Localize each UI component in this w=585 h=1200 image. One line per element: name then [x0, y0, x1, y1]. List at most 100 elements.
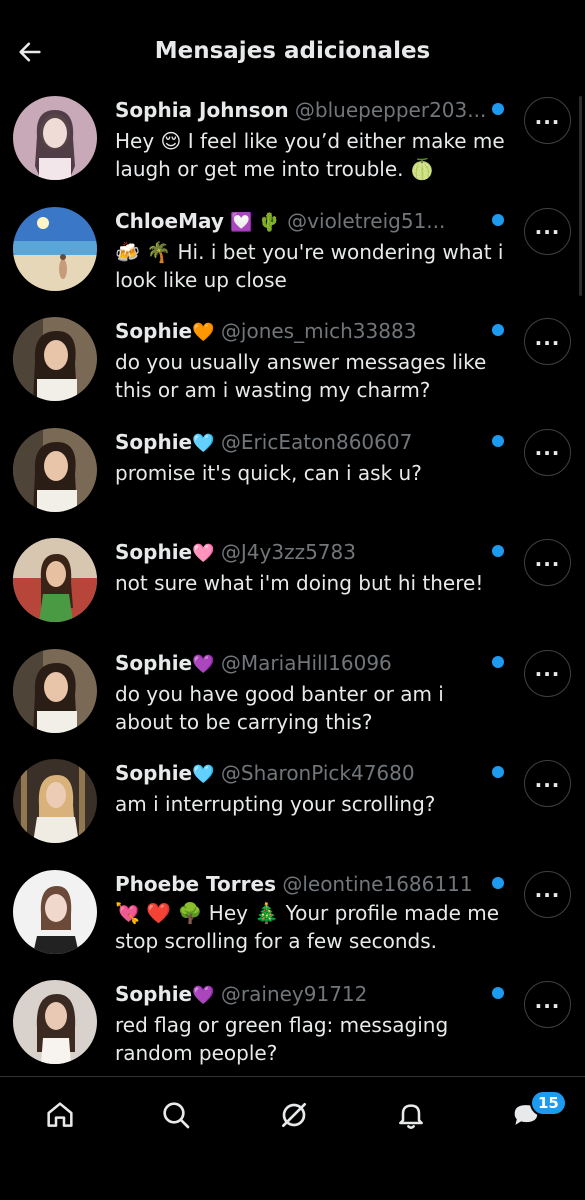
tab-grok[interactable]	[274, 1095, 314, 1135]
message-content: Sophie🩵 @SharonPick47680 am i interrupti…	[115, 759, 505, 818]
avatar[interactable]	[13, 427, 97, 512]
more-options-button[interactable]: ...	[524, 760, 571, 807]
messages-badge: 15	[530, 1090, 567, 1116]
ellipsis-icon: ...	[534, 878, 561, 902]
avatar[interactable]	[13, 96, 97, 180]
message-preview: do you have good banter or am i about to…	[115, 681, 444, 734]
sender-handle: @bluepepper203...	[294, 98, 487, 122]
message-preview: 🍻 🌴 Hi. i bet you're wondering what i lo…	[115, 239, 504, 292]
name-emoji: 🩵	[192, 432, 215, 454]
more-options-button[interactable]: ...	[524, 97, 571, 144]
more-options-button[interactable]: ...	[524, 981, 571, 1028]
sender-handle: @MariaHill16096	[220, 650, 392, 675]
page-title: Mensajes adicionales	[154, 38, 431, 64]
sender-name: Sophie	[115, 761, 193, 785]
message-row[interactable]: Phoebe Torres @leontine1686111 💘 ❤️ 🌳 He…	[0, 864, 585, 975]
message-row[interactable]: ChloeMay 💟 🌵 @violetreig51... 🍻 🌴 Hi. i …	[0, 201, 585, 312]
avatar[interactable]	[13, 759, 97, 843]
tab-notifications[interactable]	[391, 1095, 431, 1135]
message-preview: red flag or green flag: messaging random…	[115, 1013, 449, 1065]
message-preview: 💘 ❤️ 🌳 Hey 🎄 Your profile made me stop s…	[115, 900, 500, 953]
grok-icon	[282, 1103, 306, 1127]
bottom-tab-bar: 15	[0, 1076, 585, 1200]
avatar[interactable]	[13, 980, 97, 1064]
message-content: Sophia Johnson @bluepepper203... Hey 😌 I…	[115, 96, 505, 183]
home-icon	[47, 1102, 73, 1127]
sender-handle: @violetreig51...	[287, 208, 446, 233]
ellipsis-icon: ...	[534, 104, 561, 129]
tab-home[interactable]	[40, 1095, 80, 1135]
sender-handle: @SharonPick47680	[220, 761, 415, 785]
sender-name: Phoebe Torres	[115, 871, 276, 896]
message-row[interactable]: Sophie🩵 @EricEaton860607 promise it's qu…	[0, 422, 585, 533]
avatar[interactable]	[13, 869, 97, 954]
sender-name: Sophie	[115, 540, 193, 564]
message-content: Sophie🩵 @EricEaton860607 promise it's qu…	[115, 428, 505, 487]
name-emoji: 🩷	[192, 543, 215, 564]
ellipsis-icon: ...	[534, 767, 561, 792]
message-preview: Hey 😌 I feel like you’d either make me l…	[115, 129, 505, 181]
sender-name: Sophie	[115, 650, 193, 675]
sender-name: Sophia Johnson	[115, 98, 289, 122]
more-options-button[interactable]: ...	[524, 870, 571, 918]
message-preview: promise it's quick, can i ask u?	[115, 460, 422, 485]
bell-icon	[399, 1104, 423, 1129]
unread-dot	[492, 987, 504, 999]
name-emoji: 💜	[192, 985, 215, 1006]
message-row[interactable]: Sophie💜 @rainey91712 red flag or green f…	[0, 974, 585, 1085]
sender-name: Sophie	[115, 982, 193, 1006]
message-preview: do you usually answer messages like this…	[115, 350, 487, 402]
more-options-button[interactable]: ...	[524, 318, 571, 365]
message-content: Sophie🧡 @jones_mich33883 do you usually …	[115, 317, 505, 404]
message-row[interactable]: Sophie🩵 @SharonPick47680 am i interrupti…	[0, 753, 585, 864]
message-content: Sophie💜 @MariaHill16096 do you have good…	[115, 649, 505, 736]
message-content: Sophie💜 @rainey91712 red flag or green f…	[115, 980, 505, 1067]
ellipsis-icon: ...	[534, 436, 561, 460]
ellipsis-icon: ...	[534, 988, 561, 1013]
avatar[interactable]	[13, 648, 97, 733]
ellipsis-icon: ...	[534, 215, 561, 239]
message-content: Phoebe Torres @leontine1686111 💘 ❤️ 🌳 He…	[115, 870, 505, 955]
more-options-button[interactable]: ...	[524, 428, 571, 476]
unread-dot	[492, 655, 504, 668]
message-row[interactable]: Sophie🧡 @jones_mich33883 do you usually …	[0, 311, 585, 422]
sender-handle: @leontine1686111	[282, 871, 473, 896]
sender-handle: @jones_mich33883	[220, 319, 417, 343]
message-request-list: Sophia Johnson @bluepepper203... Hey 😌 I…	[0, 90, 585, 1085]
tab-search[interactable]	[156, 1095, 196, 1135]
message-row[interactable]: Sophia Johnson @bluepepper203... Hey 😌 I…	[0, 90, 585, 201]
avatar[interactable]	[13, 538, 97, 622]
name-emoji: 🧡	[192, 322, 215, 343]
avatar[interactable]	[13, 206, 97, 291]
message-row[interactable]: Sophie🩷 @J4y3zz5783 not sure what i'm do…	[0, 532, 585, 643]
unread-dot	[492, 434, 504, 447]
search-icon	[163, 1102, 190, 1129]
more-options-button[interactable]: ...	[524, 539, 571, 586]
sender-handle: @J4y3zz5783	[220, 540, 356, 564]
sender-handle: @EricEaton860607	[220, 429, 413, 454]
avatar[interactable]	[13, 317, 97, 401]
message-preview: not sure what i'm doing but hi there!	[115, 571, 484, 595]
unread-dot	[492, 545, 504, 557]
message-content: Sophie🩷 @J4y3zz5783 not sure what i'm do…	[115, 538, 505, 597]
unread-dot	[492, 213, 504, 226]
sender-name: Sophie	[115, 319, 193, 343]
unread-dot	[492, 324, 504, 336]
name-emoji: 💜	[192, 653, 215, 675]
more-options-button[interactable]: ...	[524, 649, 571, 697]
ellipsis-icon: ...	[534, 657, 561, 681]
ellipsis-icon: ...	[534, 325, 561, 350]
unread-dot	[492, 766, 504, 778]
message-row[interactable]: Sophie💜 @MariaHill16096 do you have good…	[0, 643, 585, 754]
sender-name: ChloeMay	[115, 208, 224, 233]
message-preview: am i interrupting your scrolling?	[115, 792, 436, 816]
unread-dot	[492, 103, 504, 115]
sender-handle: @rainey91712	[220, 982, 368, 1006]
scrollbar[interactable]	[579, 96, 582, 296]
top-bar: Mensajes adicionales	[0, 0, 585, 90]
name-emoji: 🩵	[192, 764, 215, 785]
name-emoji: 💟 🌵	[230, 211, 281, 233]
more-options-button[interactable]: ...	[524, 207, 571, 255]
message-content: ChloeMay 💟 🌵 @violetreig51... 🍻 🌴 Hi. i …	[115, 207, 505, 294]
sender-name: Sophie	[115, 429, 193, 454]
